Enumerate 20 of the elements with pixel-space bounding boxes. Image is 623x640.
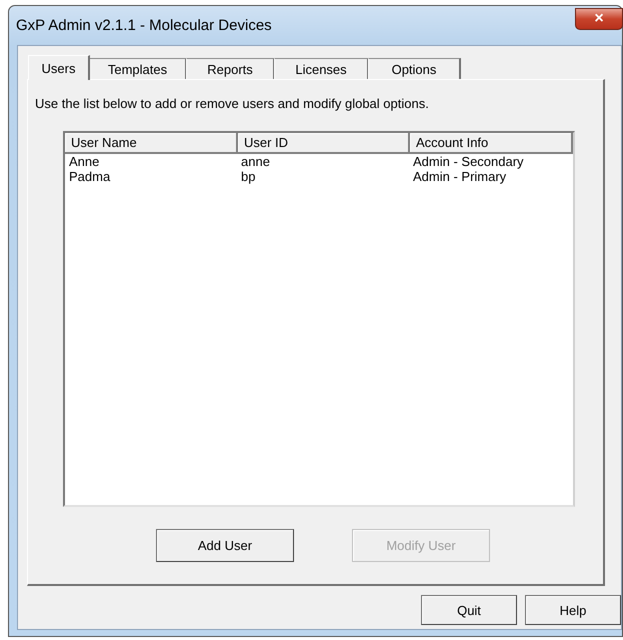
tab[interactable]: Licenses	[274, 58, 369, 79]
table-cell: Admin - Primary	[409, 169, 572, 184]
table-cell: anne	[237, 153, 409, 169]
column-header[interactable]: User Name	[65, 133, 237, 153]
table-cell: Admin - Secondary	[409, 153, 572, 169]
table-cell-text: Padma	[68, 169, 112, 184]
tab[interactable]: Users	[28, 55, 90, 80]
column-header[interactable]: User ID	[237, 133, 409, 153]
table-cell-text: bp	[240, 169, 256, 184]
quit-button[interactable]: Quit	[421, 595, 517, 625]
tab[interactable]: Reports	[186, 58, 275, 79]
close-button[interactable]: ×	[575, 8, 623, 30]
instruction-text: Use the list below to add or remove users and modify global options.	[35, 96, 430, 111]
table-cell: Anne	[65, 153, 237, 169]
column-header[interactable]: Account Info	[409, 133, 572, 153]
tab[interactable]: Templates	[89, 58, 187, 79]
tab[interactable]: Options	[368, 58, 461, 79]
add-user-button[interactable]: Add User	[156, 529, 294, 562]
window-title: GxP Admin v2.1.1 - Molecular Devices	[16, 17, 272, 34]
help-button[interactable]: Help	[525, 595, 621, 625]
